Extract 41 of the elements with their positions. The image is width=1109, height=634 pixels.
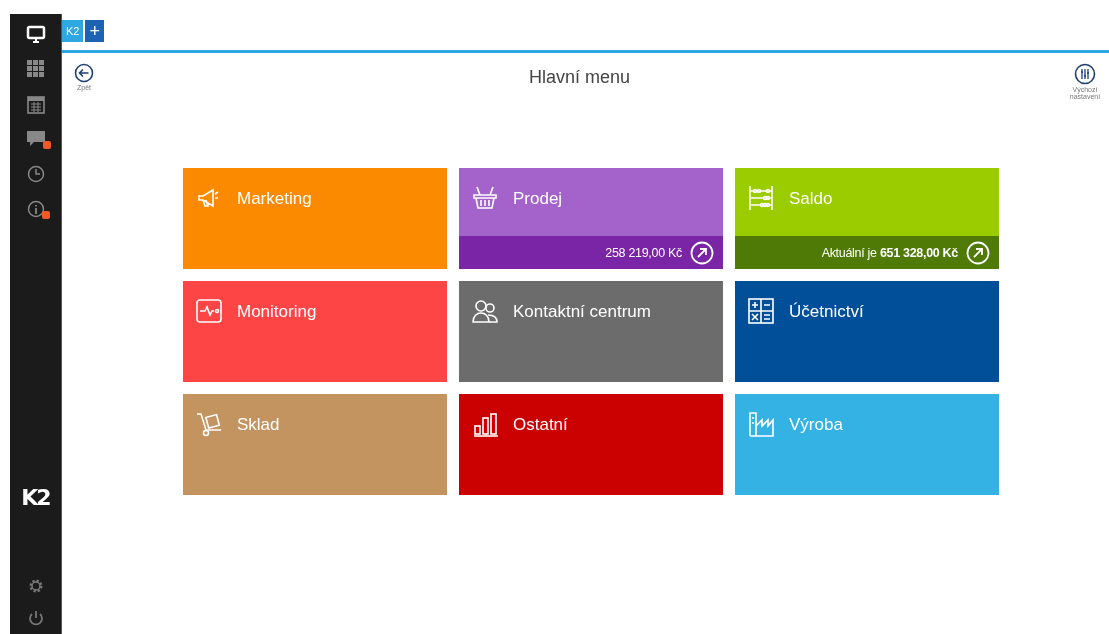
menu-tile[interactable]: Saldo Aktuální je 651 328,00 Kč bbox=[735, 168, 999, 269]
heartbeat-icon bbox=[195, 297, 223, 325]
tile-label: Marketing bbox=[237, 188, 312, 210]
menu-tile[interactable]: Sklad bbox=[183, 394, 447, 495]
tile-label: Monitoring bbox=[237, 301, 317, 323]
info-icon[interactable] bbox=[26, 199, 45, 218]
logo: K2 bbox=[21, 485, 50, 510]
tile-label: Výroba bbox=[789, 414, 843, 436]
hand-truck-icon bbox=[195, 410, 223, 438]
clock-icon[interactable] bbox=[26, 164, 45, 183]
grid-icon[interactable] bbox=[26, 59, 45, 78]
arrow-circle-icon[interactable] bbox=[690, 240, 714, 265]
tile-label: Účetnictví bbox=[789, 301, 864, 323]
tile-label: Prodej bbox=[513, 188, 563, 210]
back-icon[interactable] bbox=[74, 63, 94, 83]
menu-tile[interactable]: Účetnictví bbox=[735, 281, 999, 382]
calendar-icon[interactable] bbox=[26, 93, 45, 114]
tile-label: Kontaktní centrum bbox=[513, 301, 651, 323]
sliders-icon[interactable] bbox=[1074, 63, 1096, 85]
menu-tile[interactable]: Monitoring bbox=[183, 281, 447, 382]
tab[interactable]: + bbox=[85, 20, 104, 42]
basket-icon bbox=[471, 184, 499, 212]
menu-tile[interactable]: Kontaktní centrum bbox=[459, 281, 723, 382]
chat-icon[interactable] bbox=[25, 129, 46, 148]
power-icon[interactable] bbox=[26, 609, 45, 627]
tile-label: Saldo bbox=[789, 188, 833, 210]
menu-tile[interactable]: Prodej 258 219,00 Kč bbox=[459, 168, 723, 269]
arrow-circle-icon[interactable] bbox=[966, 240, 990, 265]
page-title: Hlavní menu bbox=[528, 67, 631, 88]
footer-amount: Aktuální je 651 328,00 Kč bbox=[821, 245, 958, 260]
menu-tile[interactable]: Ostatní bbox=[459, 394, 723, 495]
monitor-icon[interactable] bbox=[25, 23, 46, 44]
tile-label: Sklad bbox=[237, 414, 280, 436]
tab[interactable]: K2 bbox=[62, 20, 84, 42]
footer-amount: 258 219,00 Kč bbox=[605, 245, 682, 260]
people-icon bbox=[471, 297, 499, 325]
calculator-icon bbox=[747, 297, 775, 325]
factory-icon bbox=[747, 410, 775, 438]
bar-chart-icon bbox=[471, 410, 499, 438]
tile-label: Ostatní bbox=[513, 414, 568, 436]
abacus-icon bbox=[747, 184, 775, 212]
